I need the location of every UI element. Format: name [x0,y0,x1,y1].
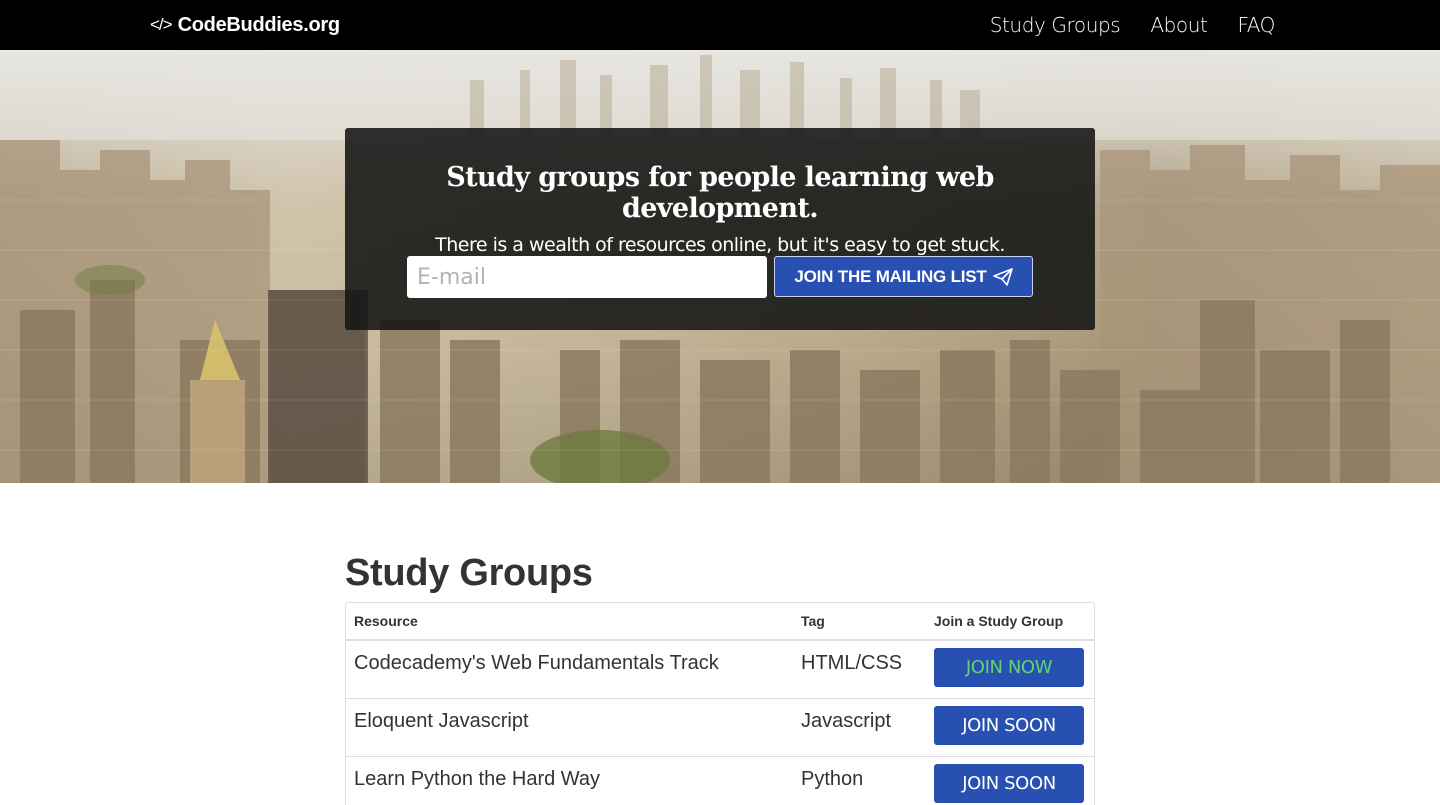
tag-cell: Javascript [793,699,926,757]
email-input[interactable] [407,256,767,298]
action-cell: JOIN SOON [926,699,1094,757]
column-header-resource: Resource [346,603,793,641]
nav-link-faq[interactable]: FAQ [1237,13,1275,37]
nav-link-study-groups[interactable]: Study Groups [990,13,1121,37]
study-groups-table: Resource Tag Join a Study Group Codecade… [345,602,1095,805]
table-row: Eloquent Javascript Javascript JOIN SOON [346,699,1094,757]
hero-title: Study groups for people learning web dev… [446,162,994,224]
hero-signup-panel: Study groups for people learning web dev… [345,128,1095,330]
nav-link-about[interactable]: About [1150,13,1208,37]
column-header-tag: Tag [793,603,926,641]
top-navbar: </> CodeBuddies.org Study Groups About F… [0,0,1440,50]
table-header-row: Resource Tag Join a Study Group [346,603,1094,641]
hero-subtitle: There is a wealth of resources online, b… [435,234,1005,256]
brand-logo-link[interactable]: </> CodeBuddies.org [150,0,340,50]
action-cell: JOIN NOW [926,641,1094,699]
table-row: Learn Python the Hard Way Python JOIN SO… [346,757,1094,805]
resource-cell: Eloquent Javascript [346,699,793,757]
join-soon-button[interactable]: JOIN SOON [934,764,1084,803]
signup-form: JOIN THE MAILING LIST [407,256,1033,298]
join-soon-button[interactable]: JOIN SOON [934,706,1084,745]
hero-banner: Study groups for people learning web dev… [0,50,1440,483]
brand-name: CodeBuddies.org [177,13,340,36]
resource-cell: Learn Python the Hard Way [346,757,793,805]
resource-cell: Codecademy's Web Fundamentals Track [346,641,793,699]
join-mailing-list-label: JOIN THE MAILING LIST [794,266,987,286]
action-cell: JOIN SOON [926,757,1094,805]
paper-plane-icon [992,267,1013,286]
column-header-join: Join a Study Group [926,603,1094,641]
join-now-button[interactable]: JOIN NOW [934,648,1084,687]
code-brackets-icon: </> [150,15,173,34]
join-mailing-list-button[interactable]: JOIN THE MAILING LIST [774,256,1033,297]
table-row: Codecademy's Web Fundamentals Track HTML… [346,641,1094,699]
study-groups-heading: Study Groups [345,552,593,594]
nav-links: Study Groups About FAQ [960,0,1276,50]
tag-cell: HTML/CSS [793,641,926,699]
tag-cell: Python [793,757,926,805]
